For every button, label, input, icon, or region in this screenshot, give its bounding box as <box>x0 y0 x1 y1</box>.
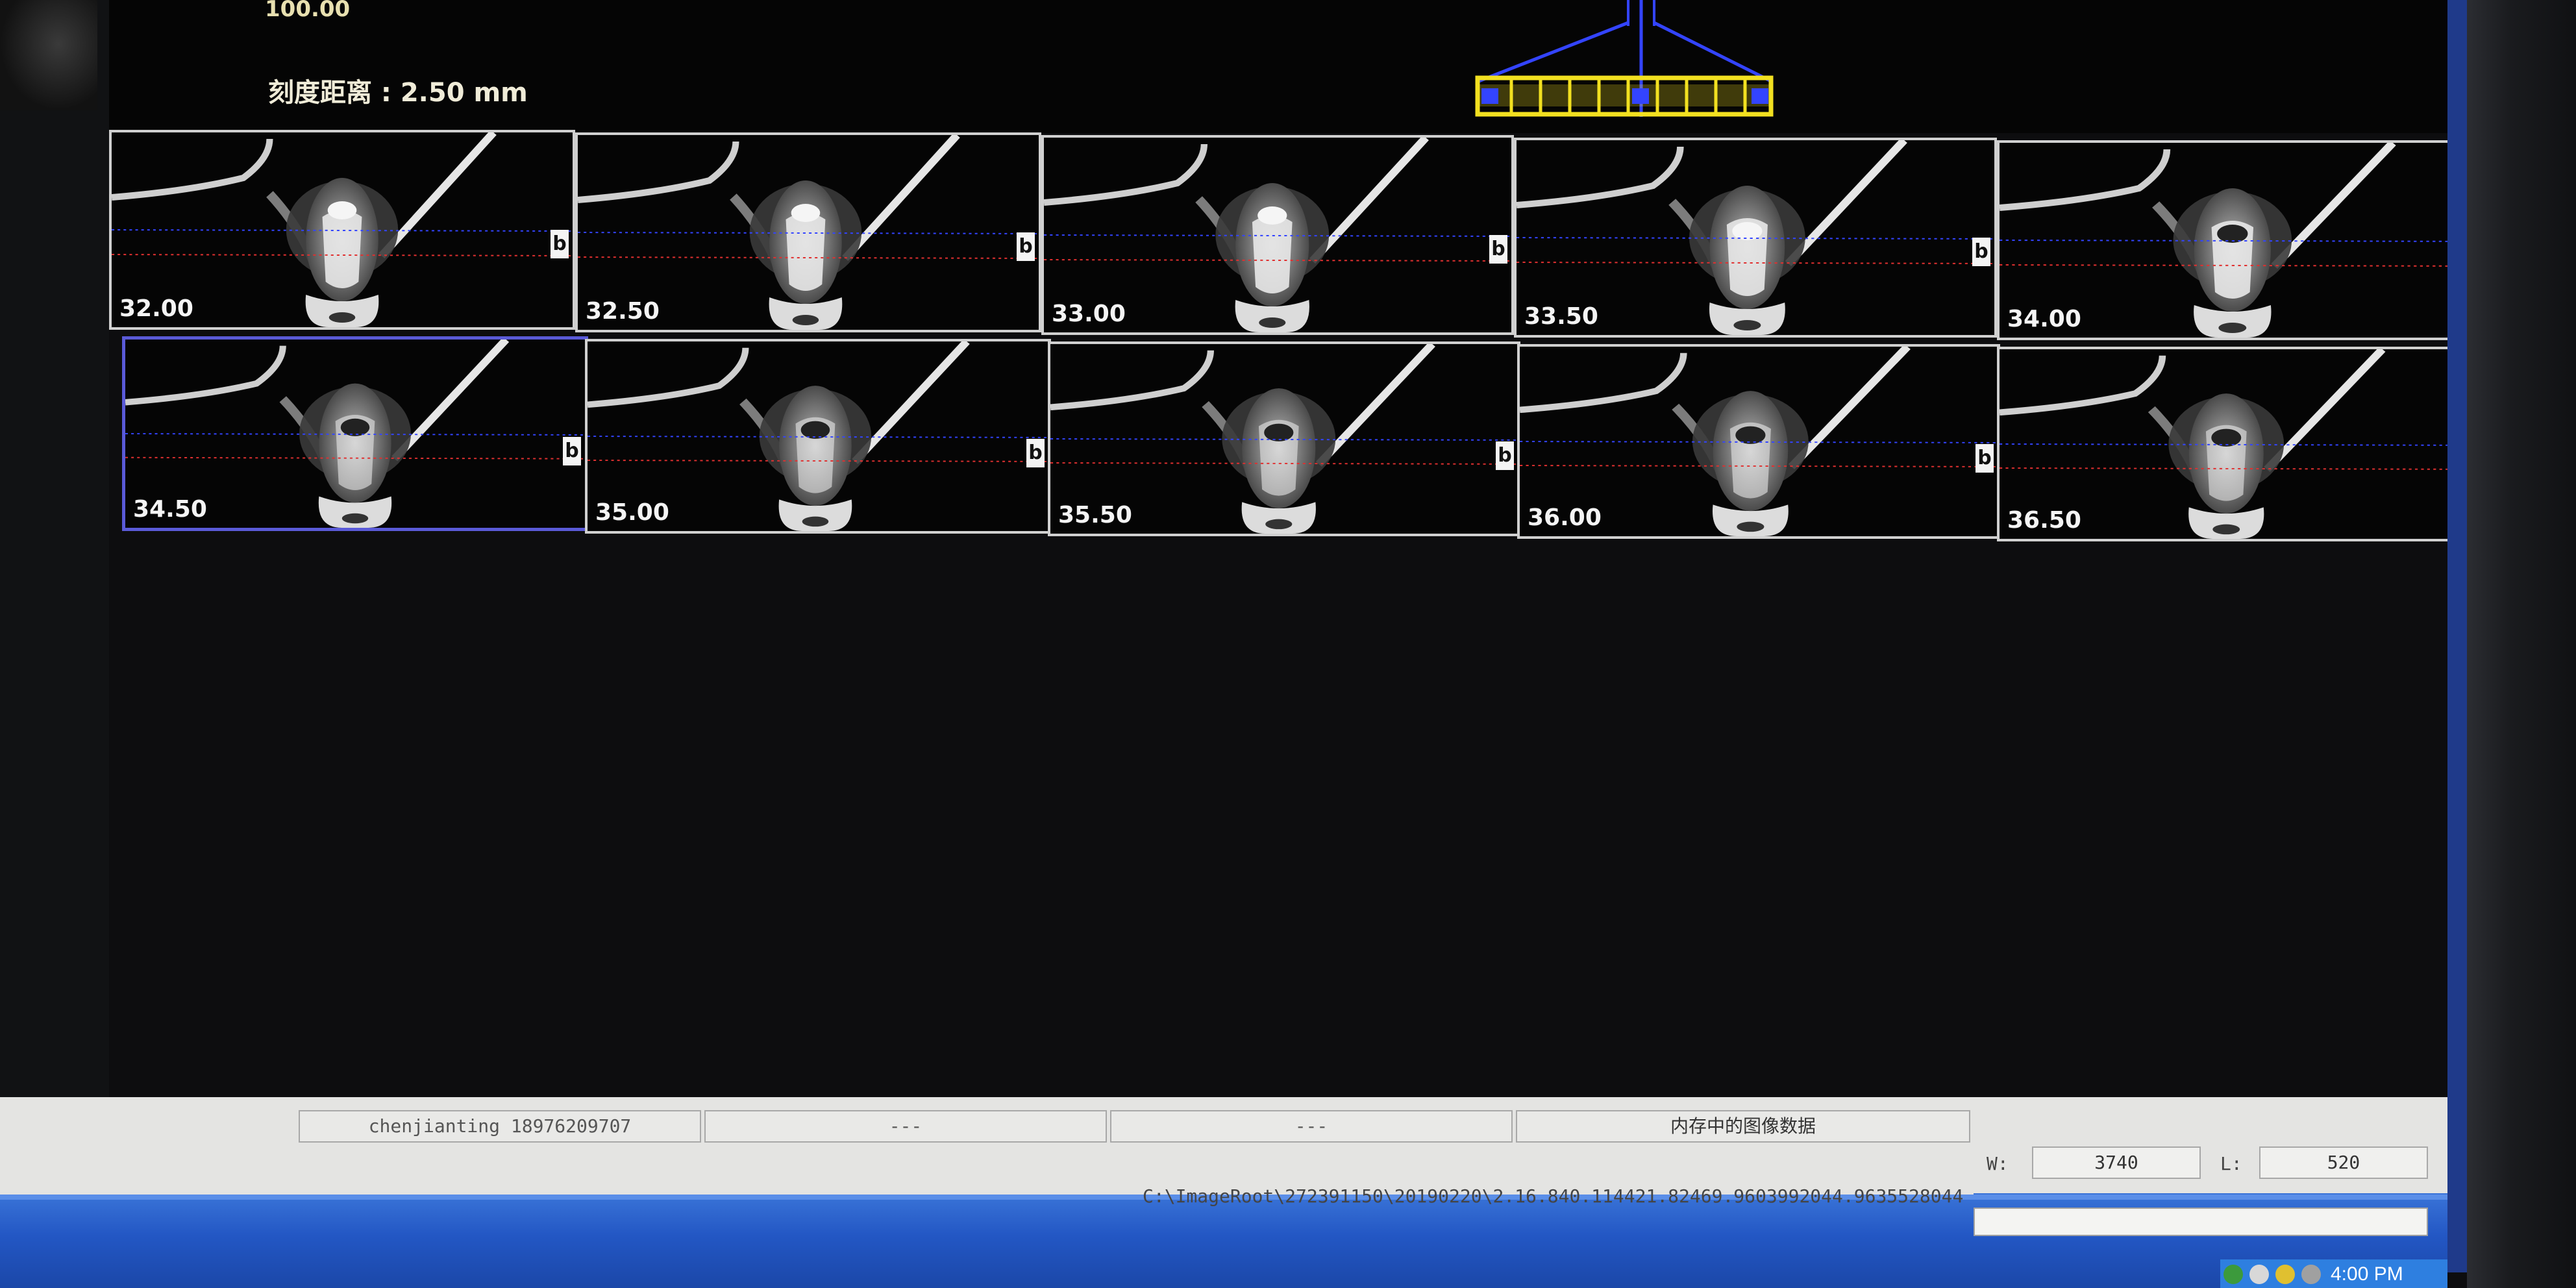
left-thumbnail[interactable] <box>0 0 97 110</box>
viewer-header: 100.00 刻度距离 : 2.50 mm <box>109 0 2447 133</box>
window-width-label: W: <box>1987 1153 2009 1174</box>
slice-position-label: 36.50 <box>2007 507 2081 534</box>
slice-panel[interactable]: b 33.50 <box>1514 138 1997 338</box>
network-icon[interactable] <box>2223 1265 2243 1284</box>
security-icon[interactable] <box>2275 1265 2295 1284</box>
slice-marker-b[interactable]: b <box>1026 439 1045 467</box>
window-level-value[interactable]: 520 <box>2259 1146 2428 1179</box>
memory-status-field: 内存中的图像数据 <box>1516 1110 1970 1143</box>
slice-marker-b[interactable]: b <box>1489 235 1507 264</box>
volume-icon[interactable] <box>2249 1265 2269 1284</box>
slice-panel[interactable]: b34.00 <box>1997 140 2490 340</box>
header-value: 100.00 <box>265 0 351 22</box>
slice-panel[interactable]: b 32.50 <box>575 132 1041 332</box>
slice-panel[interactable]: b 32.00 <box>109 130 575 330</box>
slice-marker-b[interactable]: b <box>1972 238 1990 266</box>
image-path: C:\ImageRoot\272391150\20190220\2.16.840… <box>1143 1185 1964 1207</box>
slice-marker-b[interactable]: b <box>1975 444 1994 473</box>
slice-position-label: 34.00 <box>2007 306 2081 332</box>
slice-panel[interactable]: b 35.00 <box>585 339 1051 534</box>
scale-distance-label: 刻度距离 : 2.50 mm <box>268 78 528 108</box>
slice-position-label: 35.00 <box>595 499 669 526</box>
slice-position-label: 33.50 <box>1524 303 1598 330</box>
slice-position-label: 34.50 <box>133 496 207 523</box>
slice-position-label: 32.00 <box>119 295 193 322</box>
slice-marker-b[interactable]: b <box>1017 232 1035 261</box>
progress-bar <box>1974 1208 2428 1236</box>
slice-grid: b 32.00 b 32.50 b 33.00 b 33.50 34.00 b … <box>109 130 2511 1110</box>
slice-panel[interactable]: b 35.50 <box>1048 341 1520 536</box>
slice-panel[interactable]: b 34.50 <box>122 336 588 531</box>
status-field-2: --- <box>704 1110 1107 1143</box>
slice-panel[interactable]: b 36.00 <box>1517 344 2000 539</box>
window-width-value[interactable]: 3740 <box>2032 1146 2201 1179</box>
slice-marker-b[interactable]: b <box>1496 441 1514 470</box>
slice-marker-b[interactable]: b <box>563 437 581 465</box>
status-field-3: --- <box>1110 1110 1513 1143</box>
left-panel <box>0 0 109 1097</box>
window-level-label: L: <box>2220 1153 2242 1174</box>
ruler-icon[interactable] <box>1472 0 1777 123</box>
slice-panel[interactable]: b36.50 <box>1997 347 2477 541</box>
slice-position-label: 32.50 <box>586 298 660 325</box>
slice-position-label: 33.00 <box>1052 301 1126 327</box>
slice-position-label: 36.00 <box>1528 504 1602 531</box>
slice-position-label: 35.50 <box>1058 502 1132 528</box>
monitor-bezel <box>2467 0 2576 1288</box>
window-border <box>2447 0 2470 1272</box>
slice-panel[interactable]: b 33.00 <box>1041 135 1514 335</box>
slice-marker-b[interactable]: b <box>551 230 569 258</box>
clock[interactable]: 4:00 PM <box>2331 1263 2403 1285</box>
display-icon[interactable] <box>2301 1265 2321 1284</box>
user-field: chenjianting 18976209707 <box>299 1110 701 1143</box>
